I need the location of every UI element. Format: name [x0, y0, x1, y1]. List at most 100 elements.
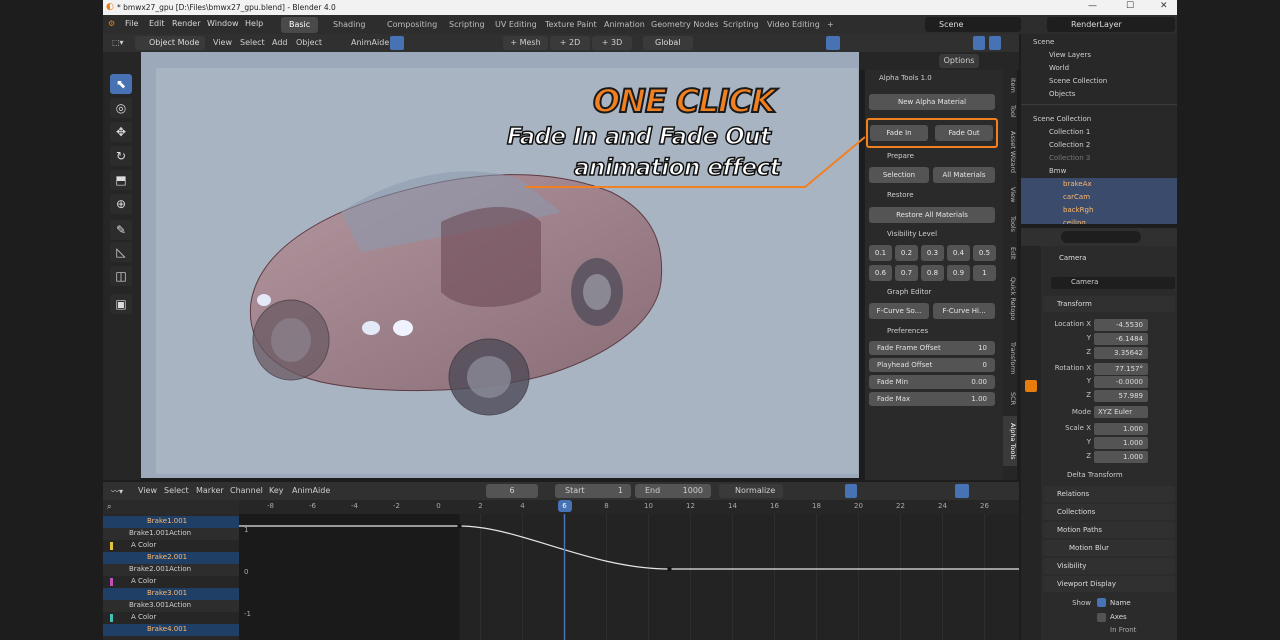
- outliner-row[interactable]: brakeAx: [1021, 178, 1177, 191]
- location-z-field[interactable]: 3.35642: [1094, 347, 1148, 359]
- location-y-field[interactable]: -6.1484: [1094, 333, 1148, 345]
- image-tool-icon[interactable]: ▣: [110, 294, 132, 314]
- level-button[interactable]: 1: [973, 265, 996, 281]
- mode-dropdown[interactable]: Object Mode: [135, 36, 205, 50]
- channel-row[interactable]: A Color: [103, 612, 239, 624]
- cursor-tool-icon[interactable]: ◎: [110, 98, 132, 118]
- tab-alpha-tools[interactable]: Alpha Tools: [1003, 416, 1017, 466]
- scale-z-field[interactable]: 1.000: [1094, 451, 1148, 463]
- channel-row[interactable]: Brake3.001Action: [103, 600, 239, 612]
- outliner-row[interactable]: Scene: [1021, 36, 1177, 49]
- overlay-toggle-icon[interactable]: [826, 36, 840, 50]
- outliner-row[interactable]: Scene Collection: [1021, 75, 1177, 88]
- motion-blur-section[interactable]: Motion Blur: [1043, 540, 1175, 556]
- channel-row[interactable]: Brake2.001: [103, 552, 239, 564]
- object-properties-tab-icon[interactable]: [1025, 380, 1037, 392]
- outliner-row[interactable]: Objects: [1021, 88, 1177, 101]
- menu-object[interactable]: Object: [296, 38, 322, 47]
- tab-geometry-nodes[interactable]: Geometry Nodes: [643, 17, 726, 33]
- data-name-field[interactable]: Camera: [1051, 277, 1175, 289]
- outliner-row[interactable]: Collection 3: [1021, 152, 1177, 165]
- add-cube-tool-icon[interactable]: ◫: [110, 266, 132, 286]
- viewport-display-section[interactable]: Viewport Display: [1043, 576, 1175, 592]
- level-button[interactable]: 0.1: [869, 245, 892, 261]
- axes-checkbox[interactable]: [1097, 613, 1106, 622]
- channel-row[interactable]: A Color: [103, 540, 239, 552]
- outliner-row[interactable]: Collection 2: [1021, 139, 1177, 152]
- tab-shading[interactable]: Shading: [325, 17, 374, 33]
- fade-in-button[interactable]: Fade In: [870, 125, 928, 141]
- select-tool-icon[interactable]: ⬉: [110, 74, 132, 94]
- menu-window[interactable]: Window: [207, 19, 239, 28]
- menu-select[interactable]: Select: [240, 38, 265, 47]
- level-button[interactable]: 0.8: [921, 265, 944, 281]
- menu-edit[interactable]: Edit: [149, 19, 165, 28]
- level-button[interactable]: 0.3: [921, 245, 944, 261]
- outliner-row[interactable]: carCam: [1021, 191, 1177, 204]
- tab-edit[interactable]: Edit: [1003, 242, 1017, 264]
- shading-toggle-icon[interactable]: [989, 36, 1001, 50]
- tab-tool[interactable]: Tool: [1003, 100, 1017, 122]
- graph-menu-marker[interactable]: Marker: [196, 486, 224, 495]
- measure-tool-icon[interactable]: ◺: [110, 242, 132, 262]
- outliner-row[interactable]: Scene Collection: [1021, 113, 1177, 126]
- location-x-field[interactable]: -4.5530: [1094, 319, 1148, 331]
- delta-transform-section[interactable]: Delta Transform: [1067, 471, 1123, 479]
- minimize-button[interactable]: —: [1088, 1, 1097, 11]
- tab-compositing[interactable]: Compositing: [379, 17, 445, 33]
- rotation-z-field[interactable]: 57.989: [1094, 390, 1148, 402]
- tab-asset-wizard[interactable]: Asset Wizard: [1003, 126, 1017, 178]
- level-button[interactable]: 0.6: [869, 265, 892, 281]
- scene-selector[interactable]: Scene: [925, 17, 1021, 32]
- outliner-row[interactable]: Collection 1: [1021, 126, 1177, 139]
- outliner-row[interactable]: View Layers: [1021, 49, 1177, 62]
- channel-row[interactable]: Brake2.001Action: [103, 564, 239, 576]
- outliner-row[interactable]: ceiling: [1021, 217, 1177, 224]
- annotate-tool-icon[interactable]: ✎: [110, 220, 132, 240]
- outliner-row[interactable]: World: [1021, 62, 1177, 75]
- tab-transform[interactable]: Transform: [1003, 334, 1017, 382]
- keyframe-point[interactable]: [667, 567, 672, 571]
- level-button[interactable]: 0.5: [973, 245, 996, 261]
- tab-scr[interactable]: SCR: [1003, 388, 1017, 410]
- add-workspace-button[interactable]: +: [819, 17, 842, 33]
- tab-texture-paint[interactable]: Texture Paint: [537, 17, 605, 33]
- menu-file[interactable]: File: [125, 19, 138, 28]
- fcurve-hide-button[interactable]: F-Curve Hi...: [933, 303, 995, 319]
- properties-search[interactable]: [1061, 231, 1141, 243]
- options-dropdown[interactable]: Options: [939, 54, 979, 68]
- render-layer-selector[interactable]: RenderLayer: [1047, 17, 1175, 32]
- tab-view[interactable]: View: [1003, 184, 1017, 206]
- channel-row[interactable]: A Color: [103, 576, 239, 588]
- menu-help[interactable]: Help: [245, 19, 263, 28]
- select-mode-icon[interactable]: [845, 484, 857, 498]
- move-tool-icon[interactable]: ✥: [110, 122, 132, 142]
- new-alpha-material-button[interactable]: New Alpha Material: [869, 94, 995, 110]
- end-frame-field[interactable]: End 1000: [635, 484, 711, 498]
- visibility-section[interactable]: Visibility: [1043, 558, 1175, 574]
- collections-section[interactable]: Collections: [1043, 504, 1175, 520]
- level-button[interactable]: 0.7: [895, 265, 918, 281]
- add-2d-button[interactable]: + 2D: [550, 36, 590, 50]
- fade-out-button[interactable]: Fade Out: [935, 125, 993, 141]
- relations-section[interactable]: Relations: [1043, 486, 1175, 502]
- channel-row[interactable]: Brake1.001Action: [103, 528, 239, 540]
- fade-min-field[interactable]: Fade Min 0.00: [869, 375, 995, 389]
- rotation-x-field[interactable]: 77.157°: [1094, 363, 1148, 375]
- fade-max-field[interactable]: Fade Max 1.00: [869, 392, 995, 406]
- level-button[interactable]: 0.4: [947, 245, 970, 261]
- gizmo-toggle-icon[interactable]: [973, 36, 985, 50]
- level-button[interactable]: 0.9: [947, 265, 970, 281]
- selection-button[interactable]: Selection: [869, 167, 929, 183]
- maximize-button[interactable]: ☐: [1126, 1, 1134, 11]
- name-checkbox[interactable]: [1097, 598, 1106, 607]
- menu-view[interactable]: View: [213, 38, 232, 47]
- playhead-offset-field[interactable]: Playhead Offset 0: [869, 358, 995, 372]
- scale-x-field[interactable]: 1.000: [1094, 423, 1148, 435]
- outliner-row[interactable]: backRgh: [1021, 204, 1177, 217]
- add-mesh-button[interactable]: + Mesh: [503, 36, 548, 50]
- outliner-row[interactable]: Bmw: [1021, 165, 1177, 178]
- fcurve-plot[interactable]: [239, 514, 1019, 640]
- graph-menu-select[interactable]: Select: [164, 486, 189, 495]
- tab-scripting[interactable]: Scripting: [441, 17, 493, 33]
